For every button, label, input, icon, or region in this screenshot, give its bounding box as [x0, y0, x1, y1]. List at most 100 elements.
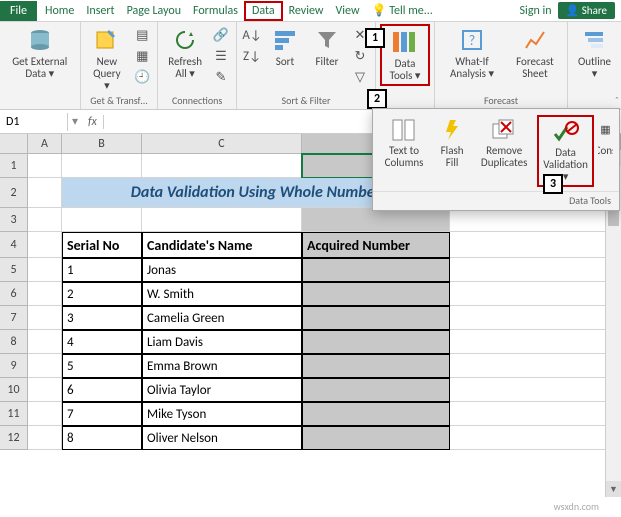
properties-button[interactable]: ☰: [212, 47, 230, 65]
tab-tellme[interactable]: 💡 Tell me...: [366, 0, 439, 21]
advanced-filter-button[interactable]: ▽: [351, 68, 369, 86]
row-header[interactable]: 7: [0, 306, 28, 330]
fx-button[interactable]: fx: [82, 115, 104, 129]
cell[interactable]: [450, 258, 621, 282]
cell-acquired[interactable]: [302, 378, 450, 402]
header-serial[interactable]: Serial No: [62, 232, 142, 258]
cell-serial[interactable]: 7: [62, 402, 142, 426]
cell[interactable]: [450, 330, 621, 354]
cell[interactable]: [62, 208, 142, 232]
sort-az-button[interactable]: A↓: [243, 26, 261, 44]
cell[interactable]: [450, 306, 621, 330]
refresh-all-button[interactable]: Refresh All ▾: [164, 24, 206, 82]
cell[interactable]: [28, 154, 62, 178]
cell[interactable]: [28, 208, 62, 232]
cell[interactable]: [450, 354, 621, 378]
tab-home[interactable]: Home: [39, 1, 80, 21]
tab-review[interactable]: Review: [283, 1, 330, 21]
show-queries-button[interactable]: ▤: [133, 26, 151, 44]
cell[interactable]: [28, 282, 62, 306]
header-candidate[interactable]: Candidate's Name: [142, 232, 302, 258]
get-external-data-button[interactable]: Get External Data ▾: [6, 24, 74, 82]
cell[interactable]: [142, 154, 302, 178]
row-header[interactable]: 4: [0, 232, 28, 258]
whatif-button[interactable]: ? What-If Analysis ▾: [441, 24, 503, 82]
cell[interactable]: [450, 402, 621, 426]
connections-button[interactable]: 🔗: [212, 26, 230, 44]
consolidate-button[interactable]: ▦ Cons: [598, 115, 613, 187]
header-acquired[interactable]: Acquired Number: [302, 232, 450, 258]
data-tools-button[interactable]: Data Tools ▾: [380, 24, 430, 86]
outline-button[interactable]: Outline ▾: [574, 24, 615, 82]
row-header[interactable]: 3: [0, 208, 28, 232]
cell-name[interactable]: Olivia Taylor: [142, 378, 302, 402]
cell[interactable]: [28, 354, 62, 378]
cell-acquired[interactable]: [302, 306, 450, 330]
new-query-button[interactable]: New Query ▾: [87, 24, 128, 94]
remove-duplicates-button[interactable]: Remove Duplicates: [475, 115, 533, 187]
cell-serial[interactable]: 6: [62, 378, 142, 402]
cell-acquired[interactable]: [302, 354, 450, 378]
row-header[interactable]: 1: [0, 154, 28, 178]
cell[interactable]: [28, 426, 62, 450]
row-header[interactable]: 10: [0, 378, 28, 402]
cell[interactable]: [28, 232, 62, 258]
edit-links-button[interactable]: ✎: [212, 68, 230, 86]
col-header-C[interactable]: C: [142, 134, 302, 153]
cell-acquired[interactable]: [302, 258, 450, 282]
cell[interactable]: [28, 178, 62, 208]
text-to-columns-button[interactable]: Text to Columns: [379, 115, 429, 187]
tab-insert[interactable]: Insert: [80, 1, 120, 21]
cell[interactable]: [302, 208, 450, 232]
cell-acquired[interactable]: [302, 330, 450, 354]
name-box-dropdown[interactable]: ▾: [68, 114, 82, 129]
tab-file[interactable]: File: [0, 1, 37, 21]
cell-name[interactable]: Jonas: [142, 258, 302, 282]
row-header[interactable]: 12: [0, 426, 28, 450]
cell[interactable]: [450, 282, 621, 306]
cell[interactable]: [450, 232, 621, 258]
row-header[interactable]: 8: [0, 330, 28, 354]
cell-serial[interactable]: 2: [62, 282, 142, 306]
recent-sources-button[interactable]: 🕘: [133, 68, 151, 86]
cell[interactable]: [450, 426, 621, 450]
cell[interactable]: [142, 208, 302, 232]
cell-name[interactable]: Liam Davis: [142, 330, 302, 354]
scroll-down-button[interactable]: ▼: [606, 481, 621, 497]
cell-serial[interactable]: 5: [62, 354, 142, 378]
name-box[interactable]: D1: [0, 113, 68, 131]
cell[interactable]: [450, 378, 621, 402]
cell-serial[interactable]: 3: [62, 306, 142, 330]
cell[interactable]: [28, 402, 62, 426]
row-header[interactable]: 5: [0, 258, 28, 282]
sort-za-button[interactable]: Z↓: [243, 47, 261, 65]
row-header[interactable]: 6: [0, 282, 28, 306]
row-header[interactable]: 9: [0, 354, 28, 378]
reapply-button[interactable]: ↻: [351, 47, 369, 65]
cell-name[interactable]: W. Smith: [142, 282, 302, 306]
cell[interactable]: [28, 330, 62, 354]
cell-acquired[interactable]: [302, 426, 450, 450]
row-header[interactable]: 11: [0, 402, 28, 426]
tab-formulas[interactable]: Formulas: [187, 1, 244, 21]
from-table-button[interactable]: ▦: [133, 47, 151, 65]
cell-name[interactable]: Emma Brown: [142, 354, 302, 378]
cell-serial[interactable]: 1: [62, 258, 142, 282]
row-header[interactable]: 2: [0, 178, 28, 208]
tab-data[interactable]: Data: [244, 1, 283, 21]
cell-name[interactable]: Mike Tyson: [142, 402, 302, 426]
cell-serial[interactable]: 8: [62, 426, 142, 450]
cell[interactable]: [28, 306, 62, 330]
tab-pagelayout[interactable]: Page Layou: [121, 1, 187, 21]
cell[interactable]: [28, 378, 62, 402]
cell[interactable]: [28, 258, 62, 282]
filter-button[interactable]: Filter: [309, 24, 345, 82]
cell-name[interactable]: Camelia Green: [142, 306, 302, 330]
cell-serial[interactable]: 4: [62, 330, 142, 354]
forecast-sheet-button[interactable]: Forecast Sheet: [509, 24, 561, 82]
signin-link[interactable]: Sign in: [520, 4, 552, 18]
col-header-A[interactable]: A: [28, 134, 62, 153]
select-all-corner[interactable]: [0, 134, 28, 153]
flash-fill-button[interactable]: Flash Fill: [433, 115, 471, 187]
cell-acquired[interactable]: [302, 402, 450, 426]
